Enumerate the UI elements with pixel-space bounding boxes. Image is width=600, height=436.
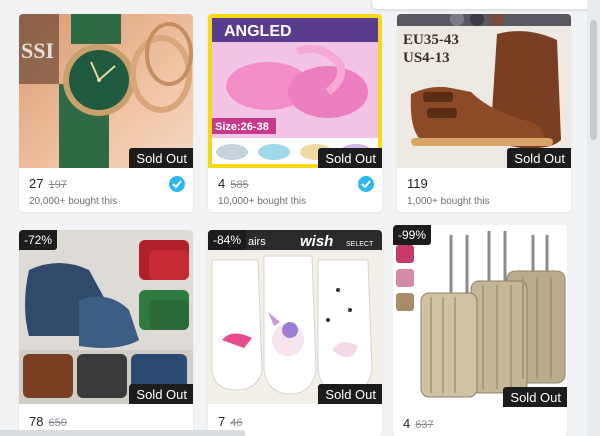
sold-out-badge: Sold Out [318, 384, 382, 404]
current-price: 119 [407, 176, 428, 191]
current-price: 4 [403, 416, 411, 431]
svg-text:ANGLED: ANGLED [224, 23, 292, 40]
sold-out-badge: Sold Out [318, 148, 382, 168]
bottom-overlay-edge [0, 430, 245, 436]
svg-text:wish: wish [300, 233, 333, 250]
product-image-watch[interactable]: SSI Sold Out [19, 14, 193, 168]
sold-out-badge: Sold Out [507, 148, 571, 168]
watch-image: SSI [19, 14, 193, 168]
verified-check-icon [169, 176, 185, 192]
product-card-unicorn-socks[interactable]: airs wish SELECT -84% Sold Out 7 46 [208, 230, 382, 436]
price: 4 585 [218, 176, 249, 193]
product-image-luggage[interactable]: -99% Sold Out [393, 225, 567, 407]
product-image-unicorn-socks[interactable]: airs wish SELECT -84% Sold Out [208, 230, 382, 404]
sold-out-badge: Sold Out [129, 148, 193, 168]
luggage-image [393, 225, 567, 407]
product-card-colored-boots[interactable]: -72% Sold Out 78 650 [19, 230, 193, 436]
pink-shoes-image: ANGLED Size:26-38 [208, 14, 382, 168]
unicorn-socks-image: airs wish SELECT [208, 230, 382, 404]
sold-out-badge: Sold Out [129, 384, 193, 404]
svg-text:airs: airs [248, 236, 266, 248]
product-image-colored-boots[interactable]: -72% Sold Out [19, 230, 193, 404]
scrollbar-thumb[interactable] [590, 20, 597, 140]
brown-boots-image: EU35-43 US4-13 [397, 14, 571, 168]
svg-text:EU35-43: EU35-43 [403, 32, 459, 48]
original-price: 650 [48, 417, 67, 429]
colored-boots-image [19, 230, 193, 404]
price: 7 46 [218, 414, 242, 431]
product-card-luggage[interactable]: -99% Sold Out 4 637 [393, 225, 567, 436]
current-price: 4 [218, 176, 226, 191]
discount-badge: -72% [19, 230, 58, 250]
search-box-edge[interactable] [371, 0, 600, 10]
scrollbar[interactable] [587, 0, 600, 436]
original-price: 197 [48, 179, 67, 191]
price: 119 [407, 176, 428, 192]
current-price: 78 [29, 414, 44, 429]
svg-text:SELECT: SELECT [346, 241, 374, 248]
original-price: 637 [415, 419, 434, 431]
original-price: 46 [230, 417, 243, 429]
product-image-brown-boots[interactable]: EU35-43 US4-13 Sold Out [397, 14, 571, 168]
product-card-pink-shoes[interactable]: ANGLED Size:26-38 Sold Out 4 585 10,000+ … [208, 14, 382, 212]
bought-count: 1,000+ bought this [407, 196, 490, 207]
svg-text:SSI: SSI [21, 38, 54, 63]
svg-text:Size:26-38: Size:26-38 [215, 121, 269, 133]
product-card-brown-boots[interactable]: EU35-43 US4-13 Sold Out 119 1,000+ bough… [397, 14, 571, 212]
original-price: 585 [230, 179, 249, 191]
discount-badge: -84% [208, 230, 247, 250]
bought-count: 10,000+ bought this [218, 196, 307, 207]
current-price: 27 [29, 176, 44, 191]
sold-out-badge: Sold Out [503, 387, 567, 407]
bought-count: 20,000+ bought this [29, 196, 118, 207]
price: 27 197 [29, 176, 67, 193]
price: 78 650 [29, 414, 67, 431]
discount-badge: -99% [393, 225, 432, 245]
verified-check-icon [358, 176, 374, 192]
price: 4 637 [403, 416, 434, 433]
product-image-pink-shoes[interactable]: ANGLED Size:26-38 Sold Out [208, 14, 382, 168]
product-card-watch[interactable]: SSI Sold Out 27 197 20,000+ bought this [19, 14, 193, 212]
svg-text:US4-13: US4-13 [403, 50, 450, 66]
current-price: 7 [218, 414, 226, 429]
